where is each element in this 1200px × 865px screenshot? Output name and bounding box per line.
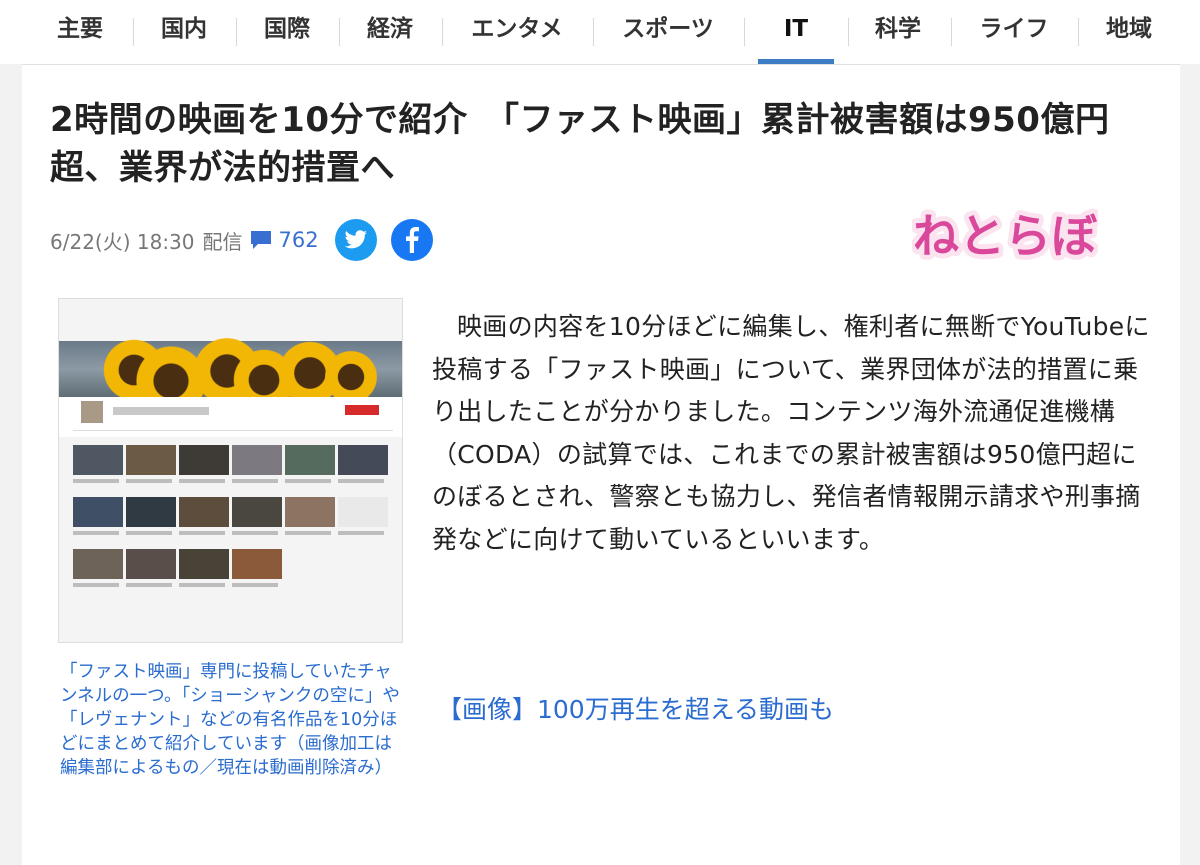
category-nav: 主要 国内 国際 経済 エンタメ スポーツ IT 科学 ライフ 地域 [0,0,1200,64]
facebook-f-icon [405,227,419,253]
facebook-share-button[interactable] [390,219,433,261]
channel-name-blurred [113,407,209,415]
comment-bubble-icon [250,231,271,249]
nav-tab-label: IT [783,16,809,42]
nav-divider [339,18,340,46]
twitter-bird-icon [344,230,367,249]
nav-divider [442,18,443,46]
article-headline: 2時間の映画を10分で紹介 「ファスト映画」累計被害額は950億円超、業界が法的… [50,100,1110,188]
nav-tab-domestic[interactable]: 国内 [144,0,224,64]
publish-date: 6/22(火) 18:30 [50,229,195,254]
channel-banner-image [59,333,402,421]
nav-tab-label: 地域 [1106,16,1152,42]
nav-tab-international[interactable]: 国際 [247,0,327,64]
nav-tab-local[interactable]: 地域 [1089,0,1169,64]
publisher-logo[interactable]: ねとらぼ ねとらぼ [908,198,1103,274]
nav-bottom-border [0,64,1200,65]
channel-tabs [73,425,393,431]
nav-divider [951,18,952,46]
nav-divider [1078,18,1079,46]
nav-tab-label: スポーツ [622,16,714,42]
nav-divider [236,18,237,46]
comment-count: 762 [278,228,319,252]
page-gutter-left [0,64,22,865]
nav-tab-science[interactable]: 科学 [858,0,938,64]
nav-tab-main[interactable]: 主要 [40,0,120,64]
nav-divider [744,18,745,46]
nav-tab-life[interactable]: ライフ [964,0,1064,64]
nav-tab-entertainment[interactable]: エンタメ [454,0,580,64]
nav-tab-it[interactable]: IT [758,0,834,64]
nav-tab-economy[interactable]: 経済 [350,0,430,64]
nav-tab-label: 国際 [264,16,310,42]
nav-tab-sports[interactable]: スポーツ [605,0,731,64]
nav-divider [133,18,134,46]
channel-avatar [81,401,103,423]
channel-header [59,397,402,437]
article-meta: 6/22(火) 18:30 配信 762 [50,219,433,261]
article-image[interactable] [58,298,403,643]
comment-link[interactable]: 762 [249,228,319,252]
related-image-link[interactable]: 【画像】100万再生を超える動画も [437,690,834,726]
article-body: 映画の内容を10分ほどに編集し、権利者に無断でYouTubeに投稿する「ファスト… [432,312,1150,554]
twitter-share-button[interactable] [334,219,377,261]
nav-tab-label: 国内 [161,16,207,42]
nav-divider [593,18,594,46]
subscribe-button-mini [345,405,379,415]
nav-tab-label: エンタメ [471,16,563,42]
nav-tab-label: ライフ [979,16,1049,42]
nav-tab-label: 主要 [57,16,103,42]
nav-tab-label: 経済 [367,16,413,42]
page-gutter-right [1180,64,1200,865]
image-caption: 「ファスト映画」専門に投稿していたチャンネルの一つ。「ショーシャンクの空に」や「… [60,662,400,778]
publish-label: 配信 [202,229,243,254]
nlab-logo-graphic: ねとらぼ ねとらぼ [908,204,1103,268]
nav-divider [848,18,849,46]
nav-tab-label: 科学 [875,16,921,42]
svg-text:ねとらぼ: ねとらぼ [913,209,1098,263]
